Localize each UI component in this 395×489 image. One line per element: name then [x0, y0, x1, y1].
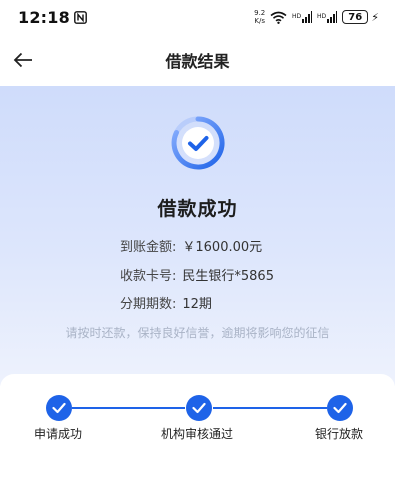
repayment-notice: 请按时还款，保持良好信誉，逾期将影响您的征信 [65, 326, 330, 340]
svg-text:HD: HD [317, 13, 327, 20]
card-row: 收款卡号: 民生银行*5865 [120, 265, 274, 284]
card-label: 收款卡号: [120, 269, 177, 284]
step-check-icon [46, 395, 72, 421]
amount-row: 到账金额: ￥1600.00元 [120, 236, 262, 255]
signal-icon: HD [317, 11, 338, 23]
page-title: 借款结果 [165, 52, 230, 71]
signal-icon: HD [292, 11, 313, 23]
installments-value: 12期 [182, 297, 212, 312]
amount-value: ￥1600.00元 [182, 240, 263, 255]
status-bar: 12:18 9.2 K/s HD HD 76 ⚡ [0, 0, 395, 34]
net-speed-unit: K/s [254, 17, 265, 25]
amount-label: 到账金额: [120, 240, 177, 255]
net-speed: 9.2 K/s [254, 9, 265, 25]
step-label-disburse: 银行放款 [315, 427, 364, 441]
charging-icon: ⚡ [371, 10, 379, 24]
status-right: 9.2 K/s HD HD 76 ⚡ [254, 9, 379, 25]
nfc-icon [74, 10, 87, 24]
installments-row: 分期期数: 12期 [120, 293, 212, 312]
status-time: 12:18 [18, 7, 70, 27]
step-connector [72, 407, 185, 409]
battery-icon: 76 [342, 10, 369, 24]
step-label-review: 机构审核通过 [161, 427, 234, 441]
step-check-icon [327, 395, 353, 421]
step-check-icon [186, 395, 212, 421]
progress-card: 申请成功 机构审核通过 银行放款 [0, 374, 395, 489]
svg-text:HD: HD [292, 13, 302, 20]
net-speed-value: 9.2 [254, 9, 266, 17]
check-circle-icon [170, 115, 226, 171]
result-title: 借款成功 [157, 198, 238, 220]
wifi-icon [270, 11, 287, 24]
status-left: 12:18 [18, 8, 87, 27]
step-connector [213, 407, 327, 409]
header: 借款结果 [0, 34, 395, 86]
card-value: 民生银行*5865 [182, 269, 274, 284]
step-label-apply: 申请成功 [34, 427, 83, 441]
installments-label: 分期期数: [120, 297, 177, 312]
